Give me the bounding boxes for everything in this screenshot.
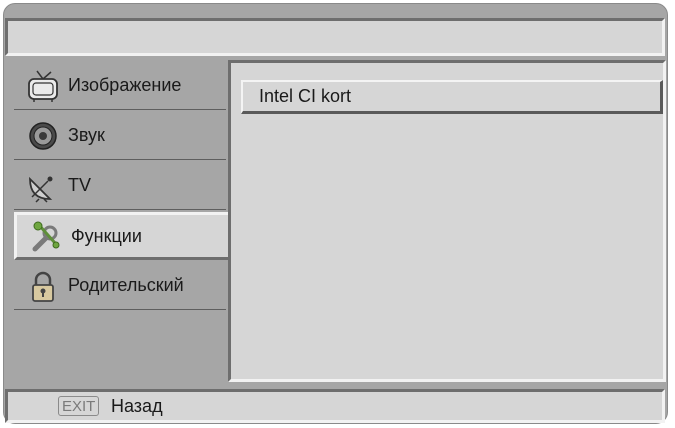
- menu-item-picture[interactable]: Изображение: [14, 62, 226, 110]
- content-item-ci-card[interactable]: Intel CI kort: [241, 80, 663, 114]
- menu-item-parental[interactable]: Родительский: [14, 262, 226, 310]
- satellite-dish-icon: [26, 169, 60, 203]
- content-item-label: Intel CI kort: [259, 86, 352, 106]
- back-label[interactable]: Назад: [111, 396, 163, 416]
- menu-item-label: TV: [68, 175, 92, 195]
- menu-item-functions[interactable]: Функции: [14, 212, 230, 260]
- exit-key-badge: EXIT: [58, 396, 100, 416]
- footer-bar: [5, 389, 665, 423]
- lock-icon: [26, 269, 60, 303]
- menu-item-sound[interactable]: Звук: [14, 112, 226, 160]
- menu-item-tv[interactable]: TV: [14, 162, 226, 210]
- menu-item-label: Изображение: [68, 75, 182, 95]
- title-bar: [5, 18, 665, 56]
- tools-icon: [29, 219, 63, 253]
- speaker-icon: [26, 119, 60, 153]
- tv-icon: [26, 69, 60, 103]
- menu-item-label: Звук: [68, 125, 105, 145]
- menu-item-label: Функции: [71, 225, 142, 246]
- menu-item-label: Родительский: [68, 275, 184, 295]
